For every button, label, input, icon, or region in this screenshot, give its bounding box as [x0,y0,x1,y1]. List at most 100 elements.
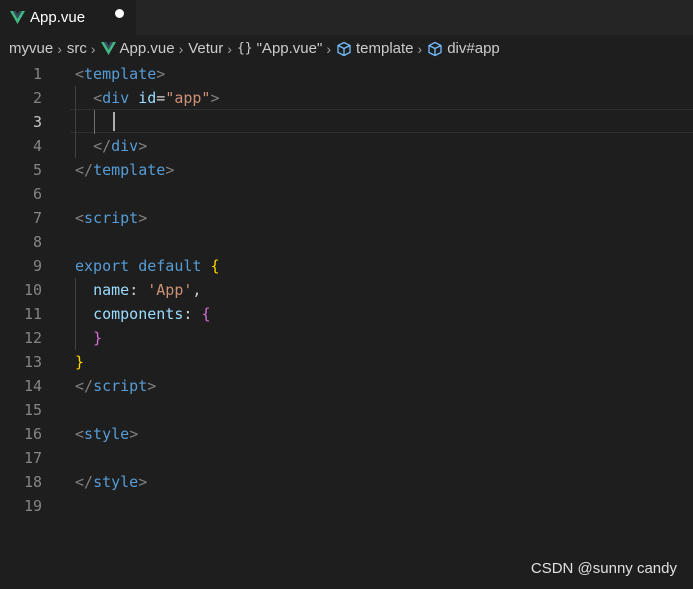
code-token: name [93,281,130,299]
line-code: name: 'App', [75,278,201,302]
line-code: components: { [75,302,210,326]
line-code: <script> [75,206,147,230]
code-token: < [75,209,85,227]
code-editor[interactable]: 1 <template> 2 <div id="app"> 3 4 </div> 5 </t… [0,62,693,589]
line-number: 12 [23,329,42,347]
code-line[interactable]: 1 <template> [0,62,693,86]
code-line[interactable]: 17 [0,446,693,470]
code-token: > [210,89,220,107]
code-line[interactable]: 18 </style> [0,470,693,494]
vue-logo-icon [100,42,116,55]
line-number: 16 [23,425,42,443]
line-number: 13 [23,353,42,371]
code-line[interactable]: 14 </script> [0,374,693,398]
code-token: , [192,281,202,299]
line-number: 7 [32,209,42,227]
line-number: 2 [32,89,42,107]
line-number: 11 [23,305,42,323]
code-line[interactable]: 10 name: 'App', [0,278,693,302]
line-code: <style> [75,422,138,446]
code-line[interactable]: 2 <div id="app"> [0,86,693,110]
watermark: CSDN @sunny candy [530,560,677,577]
code-token: : [183,305,202,323]
line-code: <div id="app"> [75,86,220,110]
line-number: 9 [32,257,42,275]
line-number: 5 [32,161,42,179]
chevron-right-icon: › [57,40,62,57]
code-line[interactable]: 8 [0,230,693,254]
code-token: script [84,209,139,227]
line-number: 8 [32,233,42,251]
code-token: : [129,281,148,299]
breadcrumb-item-template[interactable]: template [336,40,414,57]
tab-app-vue[interactable]: App.vue [0,0,136,35]
breadcrumb: myvue › src › App.vue › Vetur › {} "App.… [0,35,693,62]
line-code: </div> [75,134,147,158]
code-token: div [111,137,139,155]
line-code: </template> [75,158,174,182]
code-token: </ [75,473,94,491]
code-token: </ [75,377,94,395]
code-token: </ [93,137,112,155]
breadcrumb-item-src[interactable]: src [67,40,87,57]
code-line[interactable]: 3 [0,110,693,134]
code-token: { [201,305,211,323]
code-token: style [84,425,130,443]
line-number: 17 [23,449,42,467]
code-token: > [138,209,148,227]
code-token: id [138,89,157,107]
tab-bar: App.vue [0,0,693,35]
code-line[interactable]: 15 [0,398,693,422]
code-token: div [102,89,130,107]
code-line[interactable]: 19 [0,494,693,518]
code-token: < [93,89,103,107]
code-line[interactable]: 12 } [0,326,693,350]
line-number: 18 [23,473,42,491]
code-line[interactable]: 6 [0,182,693,206]
code-token: script [93,377,148,395]
unsaved-dot-icon[interactable] [115,9,124,18]
tab-label: App.vue [30,9,86,26]
line-code: export default { [75,254,220,278]
breadcrumb-item-app-vue[interactable]: App.vue [100,40,175,57]
breadcrumb-label: "App.vue" [256,40,323,57]
code-line[interactable]: 11 components: { [0,302,693,326]
chevron-right-icon: › [90,40,96,57]
code-token: > [165,161,175,179]
code-line[interactable]: 16 <style> [0,422,693,446]
code-token: default [138,257,202,275]
line-code: </script> [75,374,156,398]
breadcrumb-item-myvue[interactable]: myvue [9,40,53,57]
code-line[interactable]: 4 </div> [0,134,693,158]
cube-icon [337,41,351,56]
code-token: < [75,425,85,443]
code-token: < [75,65,85,83]
code-line[interactable]: 13} [0,350,693,374]
breadcrumb-label: template [355,40,414,57]
code-line[interactable]: 9 export default { [0,254,693,278]
code-token: > [147,377,157,395]
code-line[interactable]: 7 <script> [0,206,693,230]
code-token: } [93,329,103,347]
chevron-right-icon: › [417,40,423,57]
line-number: 1 [32,65,42,83]
breadcrumb-item-div-app[interactable]: div#app [427,40,500,57]
line-number: 15 [23,401,42,419]
breadcrumb-item-vetur[interactable]: Vetur [188,40,223,57]
code-token: > [138,137,148,155]
curly-braces-icon: {} [236,41,253,56]
code-token: > [129,425,139,443]
line-code: } [75,326,102,350]
code-token: 'App' [147,281,193,299]
line-number: 19 [23,497,42,515]
line-number: 3 [32,113,42,131]
breadcrumb-item-app-module[interactable]: {} "App.vue" [237,40,322,57]
code-line[interactable]: 5 </template> [0,158,693,182]
line-code: <template> [75,62,165,86]
